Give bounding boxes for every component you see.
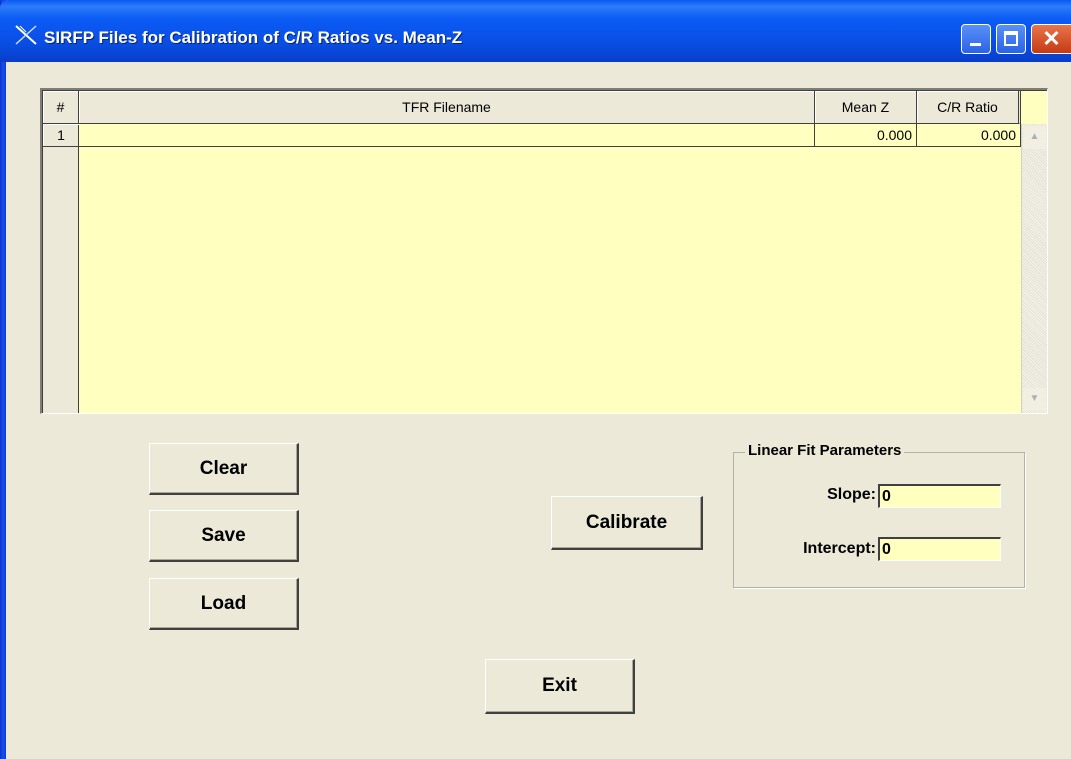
clear-button[interactable]: Clear [149, 443, 299, 495]
files-grid[interactable]: # TFR Filename Mean Z C/R Ratio 1 0.000 … [40, 88, 1048, 414]
close-button[interactable]: ✕ [1031, 24, 1071, 54]
maximize-icon [1004, 31, 1018, 46]
column-header-cr-ratio[interactable]: C/R Ratio [917, 91, 1021, 124]
app-window: SIRFP Files for Calibration of C/R Ratio… [0, 0, 1071, 759]
cell-cr-ratio[interactable]: 0.000 [917, 124, 1021, 147]
window-border [0, 0, 6, 759]
maximize-button[interactable] [996, 24, 1026, 54]
scroll-down-icon[interactable]: ▼ [1023, 388, 1046, 411]
column-header-tfr-filename[interactable]: TFR Filename [79, 91, 815, 124]
cell-mean-z[interactable]: 0.000 [815, 124, 917, 147]
slope-field[interactable] [878, 484, 1001, 508]
calibrate-button[interactable]: Calibrate [551, 496, 703, 550]
row-number[interactable]: 1 [43, 124, 79, 147]
app-icon [15, 25, 37, 45]
vertical-scrollbar[interactable]: ▲ ▼ [1021, 124, 1047, 413]
save-button[interactable]: Save [149, 510, 299, 562]
load-button[interactable]: Load [149, 578, 299, 630]
intercept-field[interactable] [878, 537, 1001, 561]
cell-tfr-filename[interactable] [79, 124, 815, 147]
grid-body: # TFR Filename Mean Z C/R Ratio 1 0.000 … [42, 90, 1047, 413]
slope-label: Slope: [827, 486, 876, 503]
linear-fit-group [733, 452, 1025, 588]
column-header-number[interactable]: # [43, 91, 79, 124]
minimize-icon [970, 43, 981, 46]
minimize-button[interactable] [961, 24, 991, 54]
window-title: SIRFP Files for Calibration of C/R Ratio… [44, 28, 463, 47]
close-icon: ✕ [1042, 26, 1061, 51]
linear-fit-legend: Linear Fit Parameters [745, 442, 905, 459]
scroll-up-icon[interactable]: ▲ [1023, 126, 1046, 149]
column-header-mean-z[interactable]: Mean Z [815, 91, 917, 124]
row-header-column: 1 [43, 124, 79, 413]
exit-button[interactable]: Exit [485, 659, 635, 714]
intercept-label: Intercept: [803, 540, 876, 557]
title-bar[interactable]: SIRFP Files for Calibration of C/R Ratio… [0, 0, 1071, 62]
